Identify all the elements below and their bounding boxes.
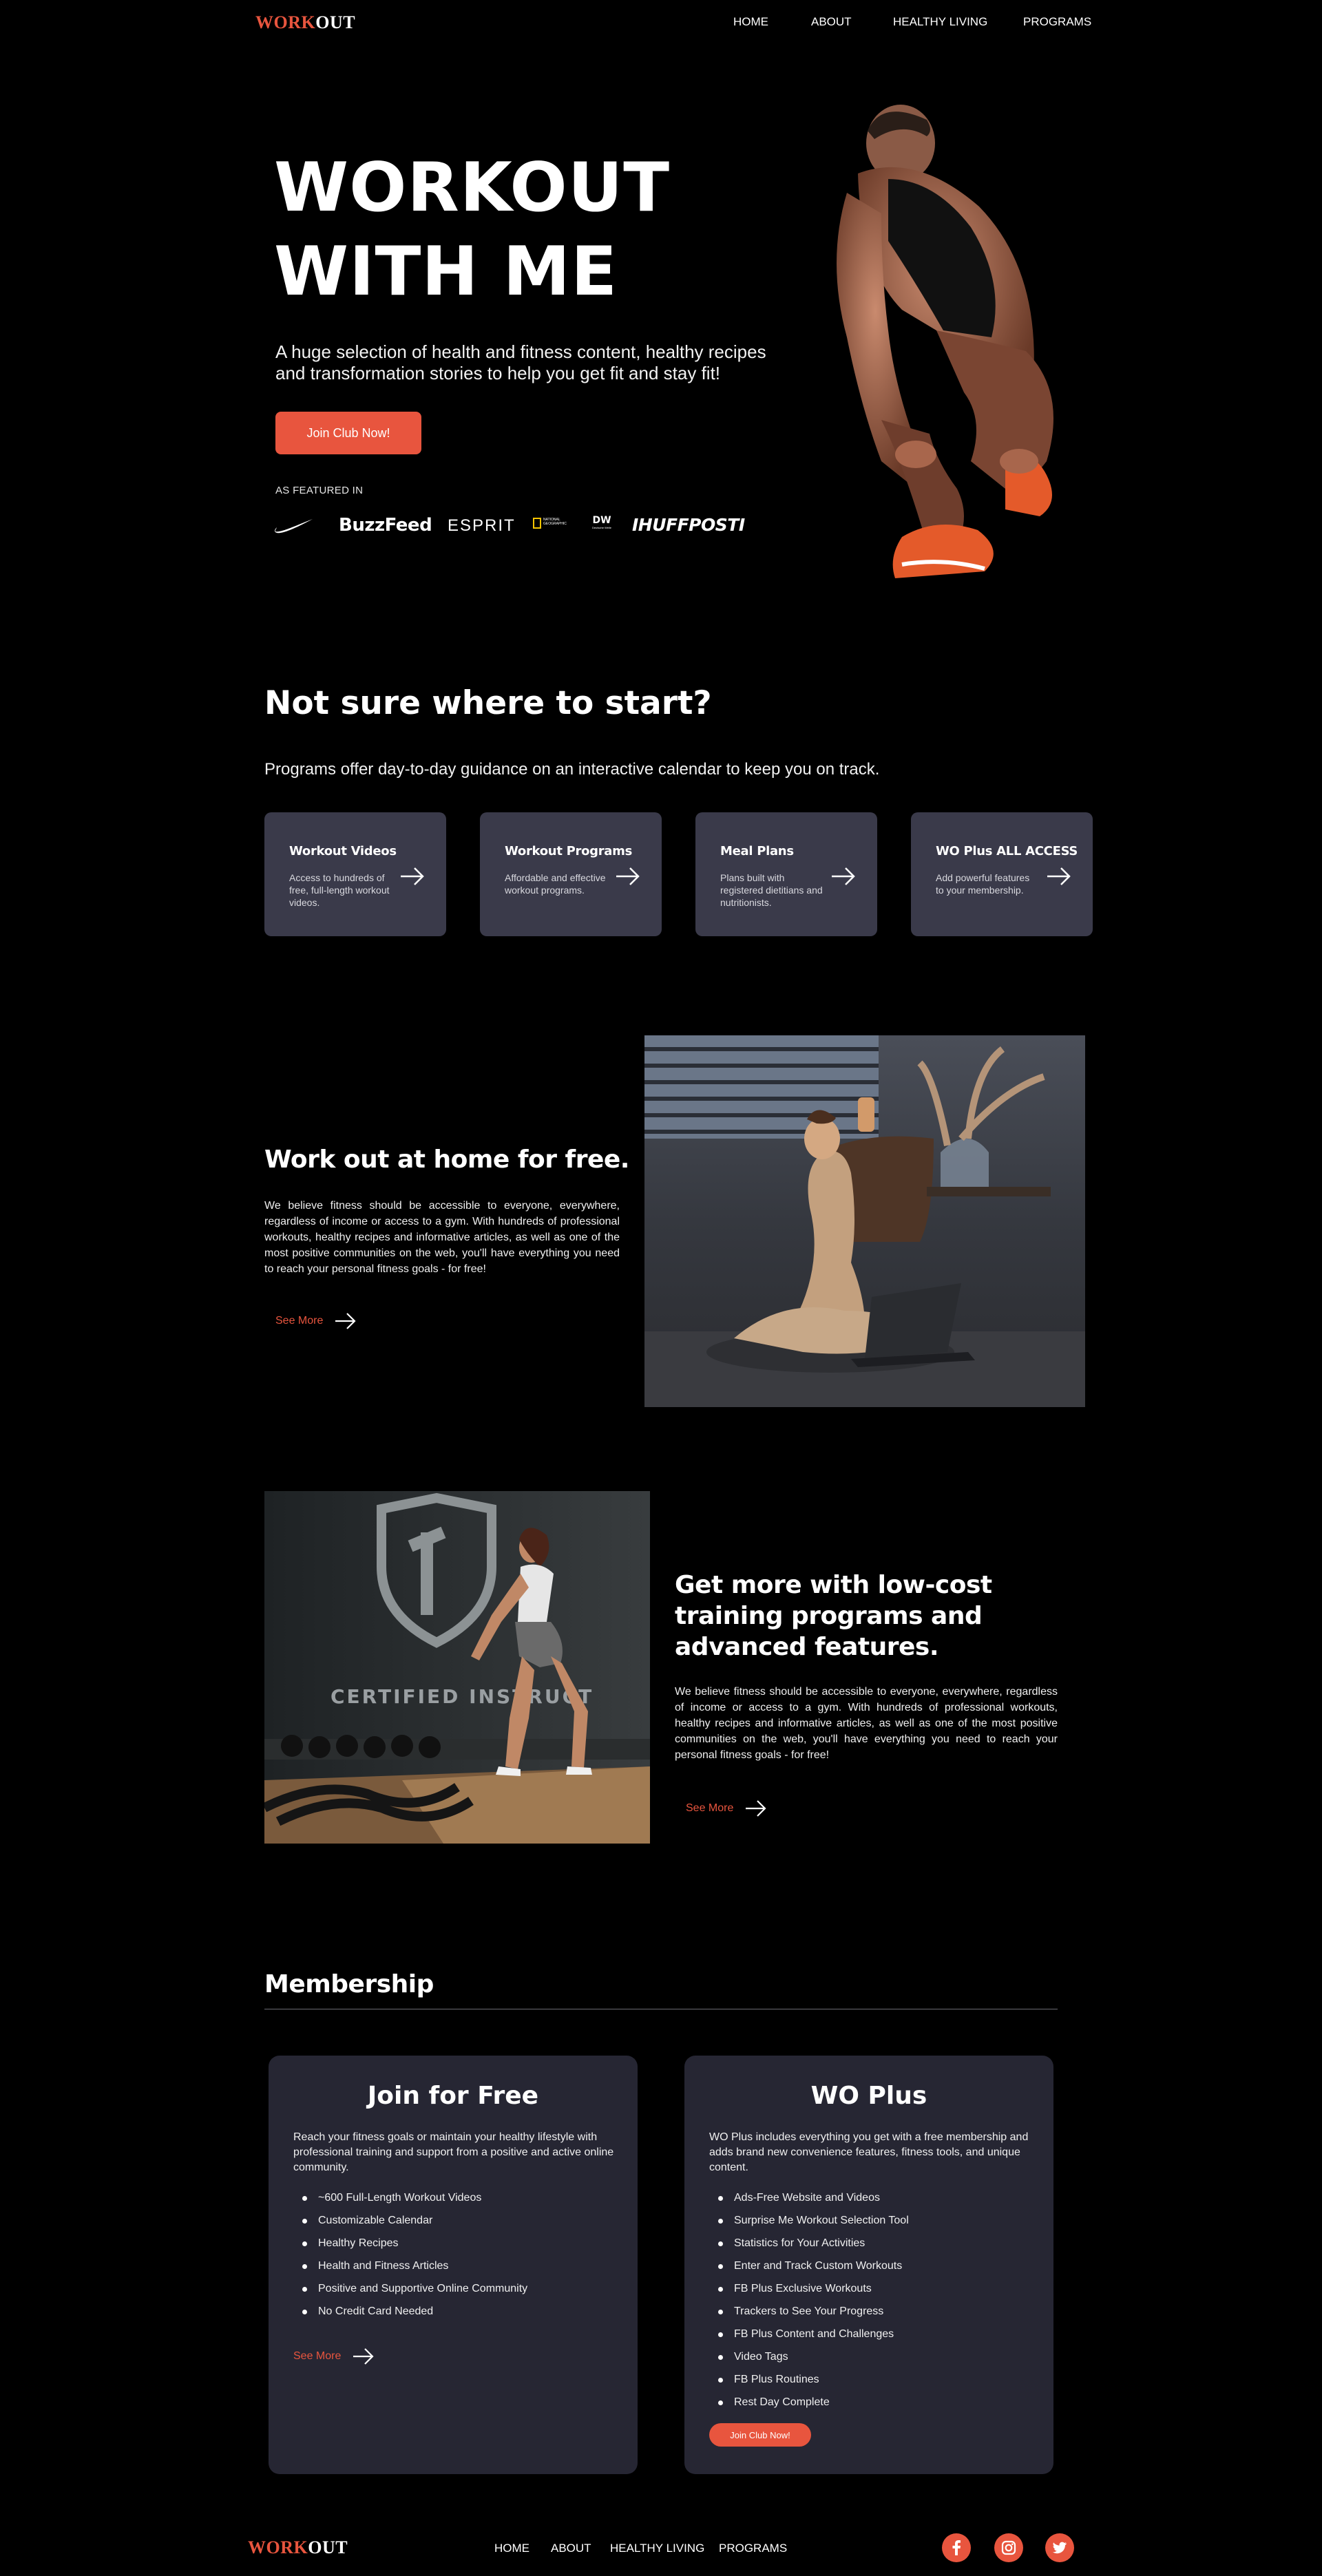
nav-programs[interactable]: PROGRAMS xyxy=(1023,15,1091,29)
list-item: Healthy Recipes xyxy=(302,2236,527,2259)
free-see-more-link[interactable]: See More xyxy=(293,2347,375,2365)
hero-title: WORKOUT WITH ME xyxy=(274,146,670,314)
brand-natgeo: NATIONAL GEOGRAPHIC xyxy=(533,518,567,534)
list-item: Surprise Me Workout Selection Tool xyxy=(718,2213,909,2236)
plus-feature-list: Ads-Free Website and Videos Surprise Me … xyxy=(718,2190,909,2418)
footer-logo[interactable]: WORKOUT xyxy=(248,2537,348,2558)
battle-rope-image: CERTIFIED INSTRUCT xyxy=(264,1491,650,1844)
arrow-right-icon xyxy=(353,2348,374,2365)
header-logo[interactable]: WORKOUT xyxy=(255,12,355,33)
hero-title-line1: WORKOUT xyxy=(274,149,671,227)
brand-dw: DW Deutsche Welle xyxy=(589,515,614,529)
list-item: No Credit Card Needed xyxy=(302,2304,527,2327)
membership-title: Membership xyxy=(264,1970,434,1998)
card-desc: Add powerful features to your membership… xyxy=(936,872,1030,896)
footer-nav-about[interactable]: ABOUT xyxy=(551,2542,591,2555)
card-meal-plans[interactable]: Meal Plans Plans built with registered d… xyxy=(695,812,877,936)
list-item: Health and Fitness Articles xyxy=(302,2259,527,2281)
plus-join-button[interactable]: Join Club Now! xyxy=(709,2423,811,2447)
dw-subtext: Deutsche Welle xyxy=(592,526,611,529)
brand-esprit: ESPRIT xyxy=(448,516,516,535)
arrow-right-icon xyxy=(335,1313,356,1329)
wall-text: CERTIFIED INSTRUCT xyxy=(330,1685,594,1708)
card-workout-videos[interactable]: Workout Videos Access to hundreds of fre… xyxy=(264,812,446,936)
nav-home[interactable]: HOME xyxy=(733,15,768,29)
list-item: ~600 Full-Length Workout Videos xyxy=(302,2190,527,2213)
arrow-right-icon xyxy=(616,867,640,885)
list-item: Ads-Free Website and Videos xyxy=(718,2190,909,2213)
nav-healthy-living[interactable]: HEALTHY LIVING xyxy=(893,15,987,29)
home-workout-body: We believe fitness should be accessible … xyxy=(264,1200,620,1275)
join-club-button[interactable]: Join Club Now! xyxy=(275,412,421,454)
list-item: FB Plus Content and Challenges xyxy=(718,2327,909,2350)
nike-logo xyxy=(275,519,313,534)
free-feature-list: ~600 Full-Length Workout Videos Customiz… xyxy=(302,2190,527,2327)
arrow-right-icon xyxy=(1047,867,1071,885)
arrow-right-icon xyxy=(401,867,424,885)
brand-huffpost: IHUFFPOSTI xyxy=(632,515,745,535)
twitter-icon[interactable] xyxy=(1045,2533,1074,2562)
free-card-desc: Reach your fitness goals or maintain you… xyxy=(293,2131,614,2173)
card-title: WO Plus ALL ACCESS xyxy=(936,844,1078,858)
card-desc: Plans built with registered dietitians a… xyxy=(720,872,823,908)
home-see-more-link[interactable]: See More xyxy=(275,1312,357,1330)
list-item: Customizable Calendar xyxy=(302,2213,527,2236)
card-wo-plus[interactable]: WO Plus ALL ACCESS Add powerful features… xyxy=(911,812,1093,936)
arrow-right-icon xyxy=(746,1800,766,1817)
see-more-label: See More xyxy=(686,1802,734,1814)
see-more-label: See More xyxy=(275,1315,324,1327)
start-subtitle: Programs offer day-to-day guidance on an… xyxy=(264,760,880,779)
natgeo-frame-icon xyxy=(533,518,541,529)
card-workout-programs[interactable]: Workout Programs Affordable and effectiv… xyxy=(480,812,662,936)
arrow-right-icon xyxy=(832,867,855,885)
list-item: Enter and Track Custom Workouts xyxy=(718,2259,909,2281)
plus-card-desc: WO Plus includes everything you get with… xyxy=(709,2131,1029,2173)
yoga-woman-image xyxy=(644,1035,1085,1407)
logo-work: WORK xyxy=(255,12,316,32)
programs-see-more-link[interactable]: See More xyxy=(686,1799,768,1817)
list-item: Statistics for Your Activities xyxy=(718,2236,909,2259)
plus-card-title: WO Plus xyxy=(810,2082,927,2110)
list-item: FB Plus Routines xyxy=(718,2372,909,2395)
free-card-title: Join for Free xyxy=(367,2082,539,2110)
dw-text: DW xyxy=(592,515,611,526)
facebook-icon[interactable] xyxy=(942,2533,971,2562)
card-title: Workout Programs xyxy=(505,844,633,858)
card-desc: Access to hundreds of free, full-length … xyxy=(289,872,390,908)
card-title: Meal Plans xyxy=(720,844,794,858)
list-item: FB Plus Exclusive Workouts xyxy=(718,2281,909,2304)
start-title: Not sure where to start? xyxy=(264,684,712,722)
hero-subtitle: A huge selection of health and fitness c… xyxy=(275,341,766,383)
featured-label: AS FEATURED IN xyxy=(275,485,364,496)
footer-nav-healthy-living[interactable]: HEALTHY LIVING xyxy=(610,2542,704,2555)
instagram-icon[interactable] xyxy=(994,2533,1023,2562)
membership-card-plus: WO Plus WO Plus includes everything you … xyxy=(684,2056,1053,2474)
logo-out: OUT xyxy=(308,2537,348,2557)
card-desc: Affordable and effective workout program… xyxy=(505,872,606,896)
brand-buzzfeed: BuzzFeed xyxy=(339,515,432,536)
see-more-label: See More xyxy=(293,2350,342,2362)
list-item: Rest Day Complete xyxy=(718,2395,909,2418)
hero-athlete-image xyxy=(837,105,1053,578)
hero-title-line2: WITH ME xyxy=(274,233,618,311)
card-title: Workout Videos xyxy=(289,844,397,858)
list-item: Video Tags xyxy=(718,2350,909,2372)
home-workout-title: Work out at home for free. xyxy=(264,1146,629,1174)
list-item: Positive and Supportive Online Community xyxy=(302,2281,527,2304)
nav-about[interactable]: ABOUT xyxy=(811,15,852,29)
natgeo-text: NATIONAL GEOGRAPHIC xyxy=(543,518,567,526)
footer-nav-programs[interactable]: PROGRAMS xyxy=(719,2542,787,2555)
programs-title: Get more with low-cost training programs… xyxy=(675,1571,992,1661)
membership-card-free: Join for Free Reach your fitness goals o… xyxy=(269,2056,638,2474)
logo-work: WORK xyxy=(248,2537,308,2557)
programs-body: We believe fitness should be accessible … xyxy=(675,1686,1058,1761)
footer-nav-home[interactable]: HOME xyxy=(494,2542,529,2555)
list-item: Trackers to See Your Progress xyxy=(718,2304,909,2327)
logo-out: OUT xyxy=(315,12,356,32)
